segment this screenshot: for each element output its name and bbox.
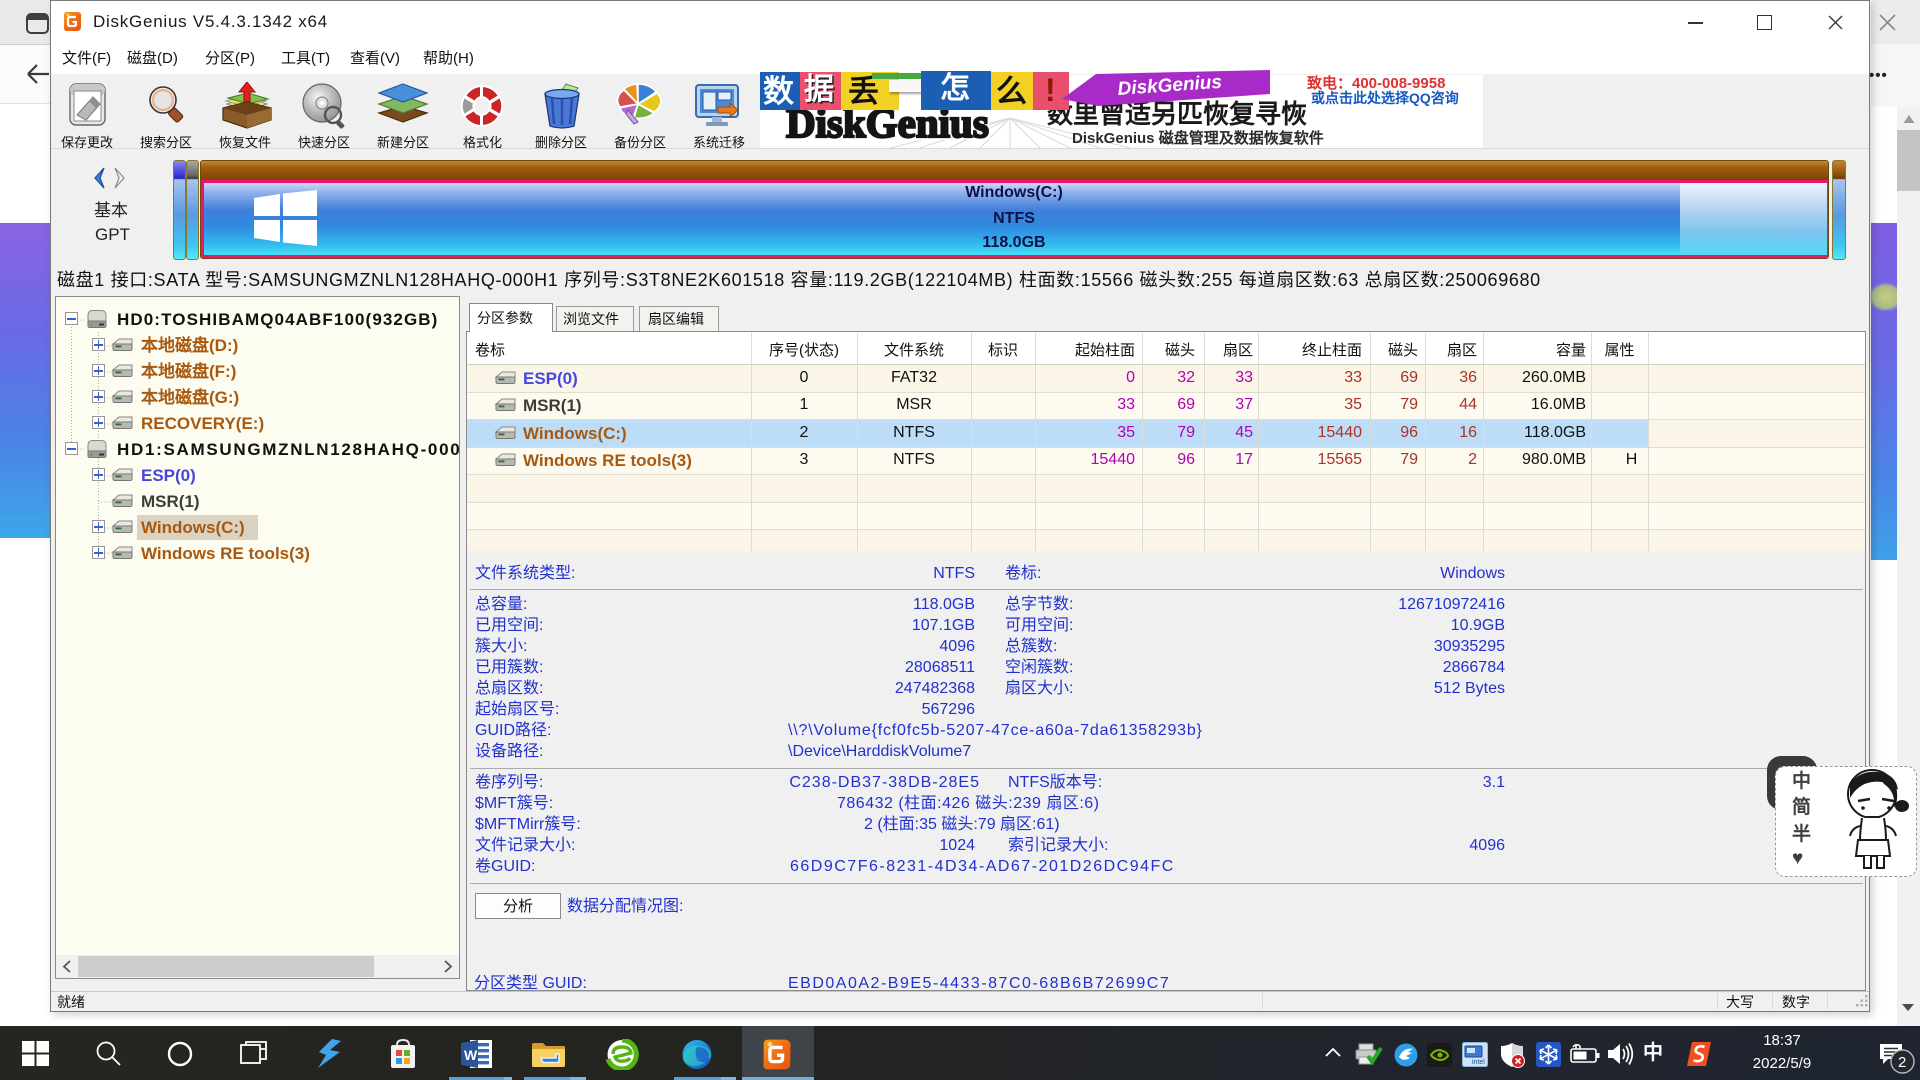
svg-text:intel: intel bbox=[1472, 1059, 1485, 1066]
svg-text:W: W bbox=[464, 1047, 478, 1063]
svg-text:2: 2 bbox=[1898, 1054, 1906, 1071]
